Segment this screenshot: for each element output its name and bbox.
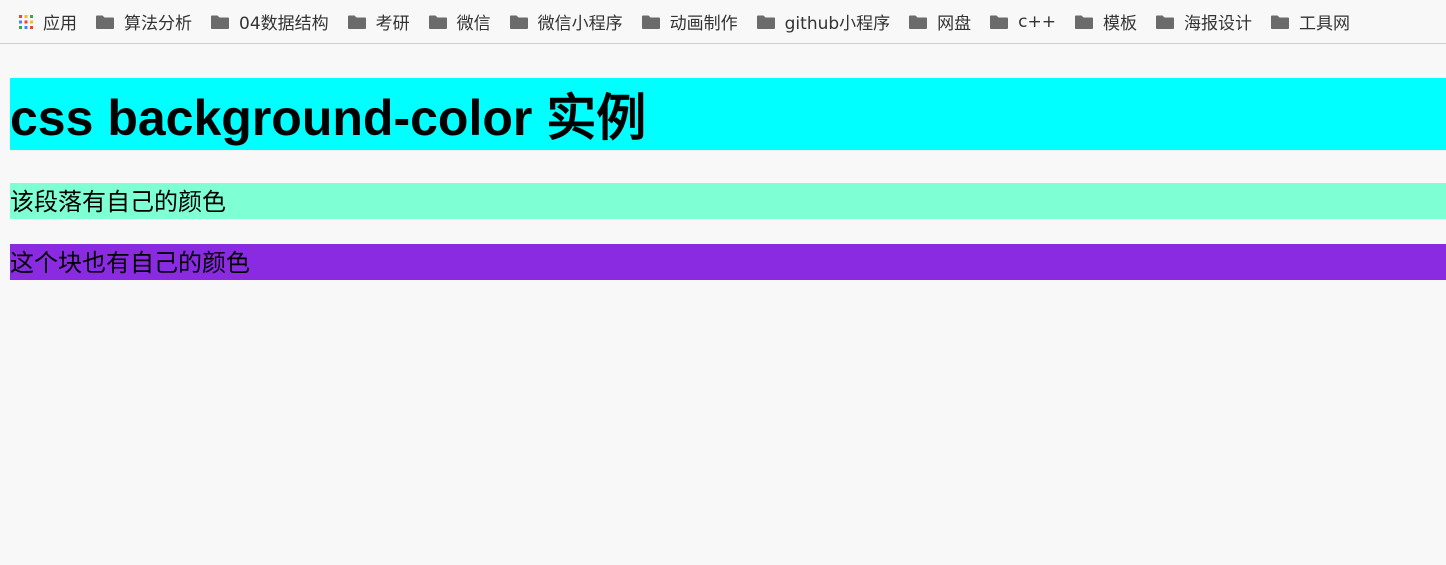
bookmark-label: github小程序 (784, 14, 891, 34)
bookmark-folder[interactable]: 工具网 (1261, 8, 1359, 36)
bookmark-folder[interactable]: 微信小程序 (500, 8, 632, 36)
bookmark-folder[interactable]: c++ (980, 8, 1065, 36)
bookmark-folder[interactable]: 微信 (419, 8, 500, 36)
bookmark-label: c++ (1018, 11, 1057, 32)
bookmark-folder[interactable]: 动画制作 (632, 8, 747, 36)
folder-icon (509, 14, 529, 30)
bookmark-label: 动画制作 (669, 14, 738, 34)
bookmark-label: 算法分析 (124, 14, 192, 34)
folder-icon (428, 14, 448, 30)
folder-icon (756, 14, 776, 30)
bookmark-label: 网盘 (937, 14, 972, 34)
folder-icon (1074, 14, 1094, 30)
bookmark-label: 海报设计 (1184, 14, 1253, 34)
bookmark-folder[interactable]: 考研 (338, 8, 419, 36)
bookmark-apps[interactable]: 应用 (0, 8, 86, 36)
folder-icon (1270, 14, 1290, 30)
bookmark-label: 模板 (1103, 14, 1138, 34)
folder-icon (989, 14, 1009, 30)
bookmark-folder[interactable]: 网盘 (899, 8, 980, 36)
bookmark-label: 应用 (43, 14, 77, 34)
bookmark-list: 算法分析 04数据结构 考研 微信 微信小程序 动画制作 github小程序 网盘 c++ 模板 海… (86, 8, 1359, 36)
page-heading: css background-color 实例 (10, 78, 1446, 150)
colored-paragraph: 该段落有自己的颜色 (10, 183, 1446, 219)
bookmark-folder[interactable]: 海报设计 (1146, 8, 1261, 36)
folder-icon (1155, 14, 1175, 30)
folder-icon (347, 14, 367, 30)
colored-block: 这个块也有自己的颜色 (10, 244, 1446, 280)
bookmark-folder[interactable]: 04数据结构 (201, 8, 338, 36)
bookmark-label: 04数据结构 (239, 14, 329, 34)
bookmark-folder[interactable]: github小程序 (747, 8, 900, 36)
folder-icon (641, 14, 661, 30)
folder-icon (210, 14, 230, 30)
bookmark-folder[interactable]: 模板 (1065, 8, 1146, 36)
bookmark-label: 微信 (456, 14, 491, 34)
folder-icon (908, 14, 928, 30)
bookmark-folder[interactable]: 算法分析 (86, 8, 201, 36)
folder-icon (95, 14, 115, 30)
page-content: css background-color 实例 该段落有自己的颜色 这个块也有自… (10, 78, 1446, 280)
bookmark-label: 考研 (375, 14, 410, 34)
bookmark-label: 工具网 (1299, 14, 1351, 34)
apps-grid-icon (18, 14, 34, 30)
bookmark-label: 微信小程序 (537, 14, 623, 34)
bookmarks-bar: 应用 算法分析 04数据结构 考研 微信 微信小程序 动画制作 github小程序 网盘 c++… (0, 0, 1446, 44)
